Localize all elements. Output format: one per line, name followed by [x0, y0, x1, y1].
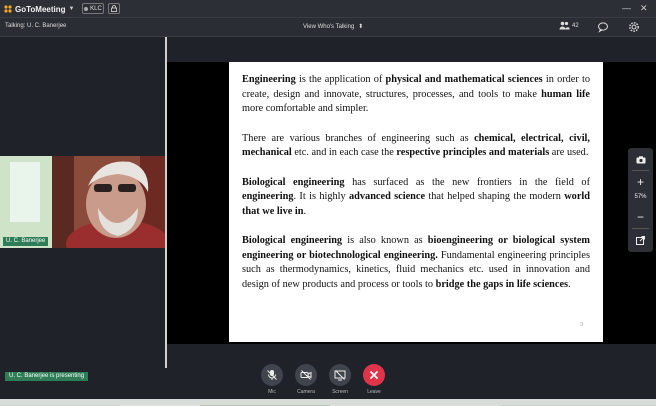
plus-icon: +	[636, 175, 644, 189]
shared-document-page: Engineering is the application of physic…	[229, 62, 603, 342]
attendees-button[interactable]: 42	[559, 21, 579, 30]
doc-paragraph-1: Engineering is the application of physic…	[242, 73, 590, 117]
doc-paragraph-4: Biological engineering is also known as …	[242, 234, 590, 292]
klc-badge[interactable]: KLC	[82, 3, 104, 14]
page-number: 3	[580, 321, 583, 328]
webcam-video[interactable]: U. C. Banerjee	[0, 156, 165, 248]
screen-share-icon	[334, 370, 346, 381]
text-run: Biological engineering	[242, 235, 343, 246]
attendee-count: 42	[572, 22, 579, 29]
zoom-control: + 57% −	[628, 148, 653, 252]
leave-label: Leave	[367, 389, 381, 395]
leave-button[interactable]	[363, 364, 385, 386]
text-run: physical and mathematical sciences	[385, 74, 543, 85]
view-mode-selector[interactable]: View Who's Talking ⬍	[303, 23, 364, 31]
doc-paragraph-3: Biological engineering has surfaced as t…	[242, 176, 590, 220]
text-run: more comfortable and simpler.	[242, 103, 369, 114]
talking-bar: Talking: U. C. Banerjee View Who's Talki…	[0, 18, 656, 37]
close-icon	[369, 370, 379, 380]
text-run: advanced science	[349, 191, 426, 202]
zoom-level: 57%	[634, 194, 647, 200]
mic-button[interactable]	[261, 364, 283, 386]
talking-indicator: Talking: U. C. Banerjee	[5, 23, 67, 29]
gear-icon[interactable]	[628, 21, 640, 33]
text-run: bridge the gaps in life sciences	[435, 278, 569, 290]
minus-icon: −	[636, 210, 644, 224]
screen-button[interactable]	[329, 364, 351, 386]
badge-dot-icon	[84, 6, 89, 11]
zoom-out-button[interactable]: −	[628, 209, 653, 225]
people-icon	[559, 21, 570, 30]
chevron-updown-icon: ⬍	[358, 24, 364, 30]
text-run: Engineering	[242, 74, 296, 85]
camera-button[interactable]	[295, 364, 317, 386]
close-window-button[interactable]: ✕	[640, 2, 648, 14]
presenting-badge: U. C. Banerjee is presenting	[5, 372, 89, 381]
zoom-in-button[interactable]: +	[628, 174, 653, 190]
text-run: has surfaced as the new frontiers in the…	[344, 176, 591, 188]
text-run: Biological engineering	[242, 176, 345, 188]
text-run: . It is highly	[293, 191, 350, 202]
caret-down-icon: ▼	[68, 6, 75, 12]
text-run: that helped shaping the modern	[425, 191, 565, 202]
text-run: respective principles and materials	[396, 147, 550, 158]
text-run: There are various branches of engineerin…	[242, 132, 475, 144]
desktop-background-strip	[0, 399, 656, 406]
external-link-icon	[636, 235, 645, 245]
doc-paragraph-2: There are various branches of engineerin…	[242, 132, 590, 161]
webcam-frame-image	[0, 156, 165, 248]
text-run: is also known as	[342, 235, 428, 246]
snapshot-button[interactable]	[628, 152, 653, 168]
participant-name-tag: U. C. Banerjee	[3, 237, 49, 246]
text-run: engineering	[242, 191, 294, 202]
view-mode-label: View Who's Talking	[303, 23, 355, 30]
chat-icon[interactable]	[597, 21, 609, 33]
camera-icon	[636, 156, 645, 164]
text-run: human life	[541, 88, 590, 100]
text-run: are used.	[549, 147, 589, 158]
lock-icon	[111, 5, 117, 12]
zoom-separator	[632, 228, 649, 229]
text-run: is the application of	[295, 74, 386, 85]
title-bar: GoToMeeting ▼ KLC — ✕	[0, 0, 656, 18]
popout-button[interactable]	[628, 232, 653, 248]
minimize-button[interactable]: —	[622, 2, 631, 14]
camera-off-icon	[300, 370, 312, 380]
zoom-separator	[632, 170, 649, 171]
text-run: etc. and in each case the	[291, 147, 397, 158]
gotomeeting-logo-icon	[4, 5, 12, 13]
badge-label: KLC	[90, 5, 102, 12]
lock-button[interactable]	[108, 3, 120, 14]
app-name: GoToMeeting	[15, 4, 66, 14]
text-run: .	[303, 205, 307, 217]
text-run: .	[568, 278, 571, 290]
mic-muted-icon	[267, 370, 277, 380]
app-menu[interactable]: GoToMeeting ▼	[4, 3, 74, 15]
